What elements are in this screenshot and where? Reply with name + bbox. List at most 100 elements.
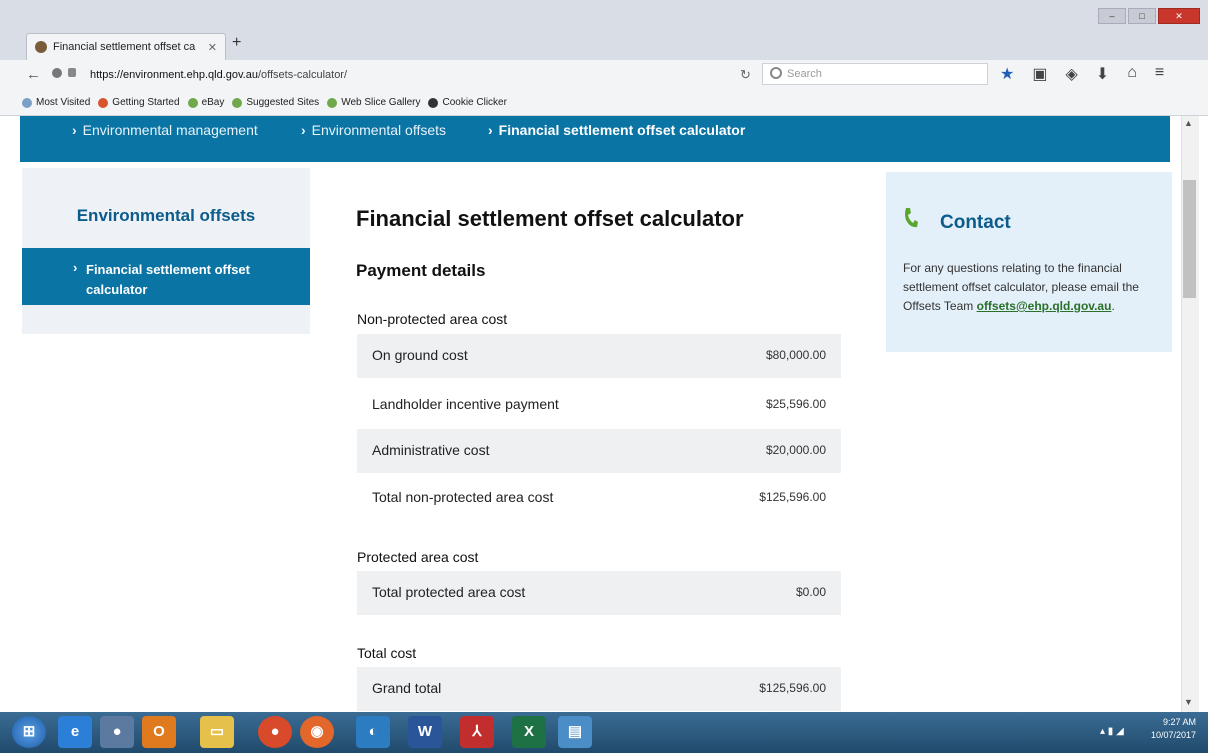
outlook-icon[interactable]: O (142, 716, 176, 748)
chevron-right-icon: › (301, 122, 306, 138)
start-button[interactable]: ⊞ (12, 716, 46, 748)
table-row: On ground cost $80,000.00 (357, 334, 841, 378)
row-label: On ground cost (372, 347, 468, 363)
breadcrumb-current-page: › Financial settlement offset calculator (488, 122, 745, 138)
maximize-button[interactable]: □ (1128, 8, 1156, 24)
scroll-up-arrow-icon[interactable]: ▲ (1184, 118, 1193, 128)
reading-list-icon[interactable]: ▣ (1032, 64, 1047, 84)
address-bar[interactable]: https://environment.ehp.qld.gov.au/offse… (84, 64, 754, 86)
row-label: Landholder incentive payment (372, 396, 559, 412)
row-value: $125,596.00 (759, 490, 826, 504)
window-controls: – □ ✕ (1098, 8, 1200, 24)
bookmark-star-icon[interactable]: ★ (1000, 64, 1014, 84)
bookmark-label: Web Slice Gallery (341, 97, 421, 108)
menu-icon[interactable]: ≡ (1155, 64, 1164, 84)
sidebar-item-label: Financial settlement offset calculator (86, 262, 250, 297)
row-label: Administrative cost (372, 442, 490, 458)
bookmark-web-slice-gallery[interactable]: Web Slice Gallery (327, 97, 420, 108)
contact-title: Contact (940, 212, 1011, 233)
minimize-button[interactable]: – (1098, 8, 1126, 24)
clock-time: 9:27 AM (1162, 717, 1196, 727)
search-input[interactable]: Search (762, 63, 988, 85)
most-visited-icon (22, 97, 32, 108)
breadcrumb-label: Environmental management (82, 122, 258, 138)
toolbar-icons: ★ ▣ ◈ ⬇ ⌂ ≡ (1000, 64, 1164, 84)
word-icon[interactable]: W (408, 716, 442, 748)
remote-desktop-icon[interactable]: ▤ (558, 716, 592, 748)
lock-icon (68, 68, 76, 77)
page-title: Financial settlement offset calculator (356, 206, 744, 231)
cookie-icon (428, 97, 439, 108)
contact-text: For any questions relating to the financ… (903, 259, 1161, 316)
bookmark-cookie-clicker[interactable]: Cookie Clicker (428, 97, 507, 108)
ie-page-icon (327, 97, 338, 108)
scrollbar-thumb[interactable] (1183, 180, 1196, 298)
subheading-total: Total cost (357, 645, 417, 661)
bookmark-label: Cookie Clicker (442, 97, 507, 108)
bookmark-label: Most Visited (36, 97, 91, 108)
tab-close-icon[interactable]: ✕ (208, 41, 217, 54)
internet-explorer-icon[interactable]: e (58, 716, 92, 748)
row-label: Total protected area cost (372, 584, 526, 600)
table-row: Total protected area cost $0.00 (357, 571, 841, 615)
breadcrumb-environmental-offsets[interactable]: › Environmental offsets (301, 122, 446, 138)
system-tray[interactable]: ▴ ▮ ◢ (1100, 726, 1124, 737)
row-value: $80,000.00 (765, 348, 826, 362)
bookmark-ebay[interactable]: eBay (187, 97, 224, 108)
acrobat-icon[interactable]: ⅄ (460, 716, 494, 748)
taskbar-clock[interactable]: 9:27 AM 10/07/2017 (1151, 716, 1196, 742)
subheading-non-protected: Non-protected area cost (357, 311, 508, 327)
table-row: Administrative cost $20,000.00 (357, 429, 841, 473)
clock-date: 10/07/2017 (1150, 730, 1196, 740)
section-heading: Payment details (356, 261, 486, 280)
media-player-icon[interactable]: ● (100, 716, 134, 748)
site-favicon-icon (35, 41, 47, 53)
search-placeholder: Search (787, 68, 822, 80)
breadcrumb: › Environmental management › Environmental… (20, 116, 1170, 162)
table-row: Total non-protected area cost $125,596.0… (357, 476, 841, 520)
chrome-icon[interactable]: ● (258, 716, 292, 748)
reload-icon[interactable]: ↻ (740, 67, 751, 83)
breadcrumb-environmental-management[interactable]: › Environmental management (72, 122, 258, 138)
row-label: Total non-protected area cost (372, 489, 554, 505)
row-value: $25,596.00 (765, 397, 826, 411)
contact-email-link[interactable]: offsets@ehp.qld.gov.au (977, 299, 1112, 313)
row-value: $20,000.00 (765, 443, 826, 457)
firefox-icon[interactable]: ◉ (300, 716, 334, 748)
close-window-button[interactable]: ✕ (1158, 8, 1200, 24)
excel-icon[interactable]: X (512, 716, 546, 748)
bookmark-label: Getting Started (112, 97, 180, 108)
firefox-icon (98, 97, 109, 108)
browser-tab[interactable]: Financial settlement offset ca ✕ (26, 33, 226, 60)
ie-page-icon (187, 97, 198, 108)
app-icon[interactable]: ◐ (356, 716, 390, 748)
contact-end: . (1111, 299, 1115, 313)
table-row: Grand total $125,596.00 (357, 667, 841, 711)
row-label: Grand total (372, 680, 442, 696)
bookmarks-bar: Most Visited Getting Started eBay Sugges… (0, 90, 1208, 116)
phone-icon (905, 208, 918, 228)
url-host: https://environment.ehp.qld.gov.au (90, 69, 258, 81)
download-icon[interactable]: ⬇ (1096, 64, 1109, 84)
search-icon (770, 67, 782, 79)
chevron-right-icon: › (72, 122, 77, 138)
row-value: $0.00 (795, 585, 826, 599)
bookmark-getting-started[interactable]: Getting Started (98, 97, 180, 108)
sidebar-item-calculator[interactable]: › Financial settlement offset calculator (22, 248, 310, 305)
bookmark-label: Suggested Sites (246, 97, 320, 108)
windows-taskbar (0, 712, 1208, 753)
new-tab-button[interactable]: + (232, 34, 241, 52)
scroll-down-arrow-icon[interactable]: ▼ (1184, 697, 1193, 707)
bookmark-suggested-sites[interactable]: Suggested Sites (232, 97, 319, 108)
sidebar-title[interactable]: Environmental offsets (22, 206, 310, 226)
pocket-icon[interactable]: ◈ (1065, 64, 1077, 84)
back-arrow-icon[interactable]: ← (26, 66, 41, 83)
file-explorer-icon[interactable]: ▭ (200, 716, 234, 748)
info-icon[interactable] (52, 68, 62, 78)
ie-page-icon (232, 97, 243, 108)
home-icon[interactable]: ⌂ (1127, 64, 1137, 84)
bookmark-most-visited[interactable]: Most Visited (22, 97, 90, 108)
breadcrumb-label: Financial settlement offset calculator (498, 122, 746, 138)
tab-title: Financial settlement offset ca (53, 41, 196, 53)
row-value: $125,596.00 (759, 681, 826, 695)
